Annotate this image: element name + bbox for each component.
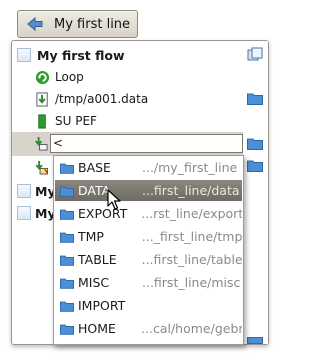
folder-icon <box>60 278 74 289</box>
flow-icon <box>17 184 31 198</box>
folder-icon <box>60 186 74 197</box>
dropdown-item-data[interactable]: DATA ...first_line/data <box>55 180 242 201</box>
dropdown-item-tmp[interactable]: TMP ..._first_line/tmp <box>55 226 242 247</box>
tree-item-input-file[interactable]: /tmp/a001.data <box>12 88 243 110</box>
dropdown-item-name: TABLE <box>78 252 117 267</box>
dropdown-item-path: ...rst_line/export <box>141 206 242 221</box>
folder-icon[interactable] <box>247 337 263 344</box>
dropdown-item-misc[interactable]: MISC ...first_line/misc <box>55 272 242 293</box>
back-button[interactable]: My first line <box>17 10 138 38</box>
editing-row[interactable]: < <box>12 132 268 156</box>
dropdown-item-name: IMPORT <box>78 298 126 313</box>
right-column <box>243 41 268 344</box>
dropdown-item-path: ...first_line/data <box>142 183 240 198</box>
tree-item-label: Loop <box>55 70 84 84</box>
flow-title: My first flow <box>37 47 125 63</box>
dropdown-item-path: ..._first_line/tmp <box>141 229 242 244</box>
tree-item-loop[interactable]: Loop <box>12 66 243 88</box>
arrow-left-icon <box>27 16 43 32</box>
dropdown-item-name: BASE <box>78 160 111 175</box>
flow-icon <box>17 48 31 62</box>
output-icon <box>35 136 48 151</box>
tree-item-error[interactable] <box>12 156 54 180</box>
dropdown-item-path: ...first_line/misc <box>142 275 241 290</box>
tree-item-label: SU PEF <box>55 114 97 128</box>
loop-icon <box>35 70 50 84</box>
dropdown-item-name: MISC <box>78 275 110 290</box>
dropdown-item-export[interactable]: EXPORT ...rst_line/export <box>55 203 242 224</box>
download-icon <box>36 91 48 107</box>
folder-icon <box>60 324 74 335</box>
folder-icon[interactable] <box>247 159 263 172</box>
folder-icon <box>60 301 74 312</box>
folder-icon <box>60 255 74 266</box>
dropdown-item-base[interactable]: BASE .../my_first_line <box>55 157 242 178</box>
flow-icon <box>17 206 31 220</box>
dropdown-item-path: .../my_first_line <box>142 160 238 175</box>
tree-item-su-pef[interactable]: SU PEF <box>12 110 243 132</box>
dropdown-item-table[interactable]: TABLE ...first_line/table <box>55 249 242 270</box>
flow-row[interactable]: My first flow <box>12 44 243 66</box>
windows-icon[interactable] <box>247 47 263 63</box>
dropdown-item-name: HOME <box>78 321 116 336</box>
error-output-icon <box>35 160 49 175</box>
program-icon <box>38 113 46 129</box>
back-button-label: My first line <box>54 16 131 32</box>
folder-icon[interactable] <box>247 92 263 105</box>
path-edit-input[interactable]: < <box>50 134 243 153</box>
dropdown-item-name: TMP <box>78 229 104 244</box>
dropdown-item-path: ...first_line/table <box>141 252 242 267</box>
path-autocomplete-dropdown: BASE .../my_first_line DATA ...first_lin… <box>53 155 244 345</box>
mouse-cursor-icon <box>107 189 121 210</box>
folder-icon[interactable] <box>247 137 263 150</box>
folder-icon <box>60 209 74 220</box>
folder-icon <box>60 163 74 174</box>
dropdown-item-path: ...cal/home/gebr <box>141 321 242 336</box>
folder-icon <box>60 232 74 243</box>
dropdown-item-import[interactable]: IMPORT <box>55 295 242 316</box>
tree-item-label: /tmp/a001.data <box>55 92 149 106</box>
dropdown-item-home[interactable]: HOME ...cal/home/gebr <box>55 318 242 339</box>
